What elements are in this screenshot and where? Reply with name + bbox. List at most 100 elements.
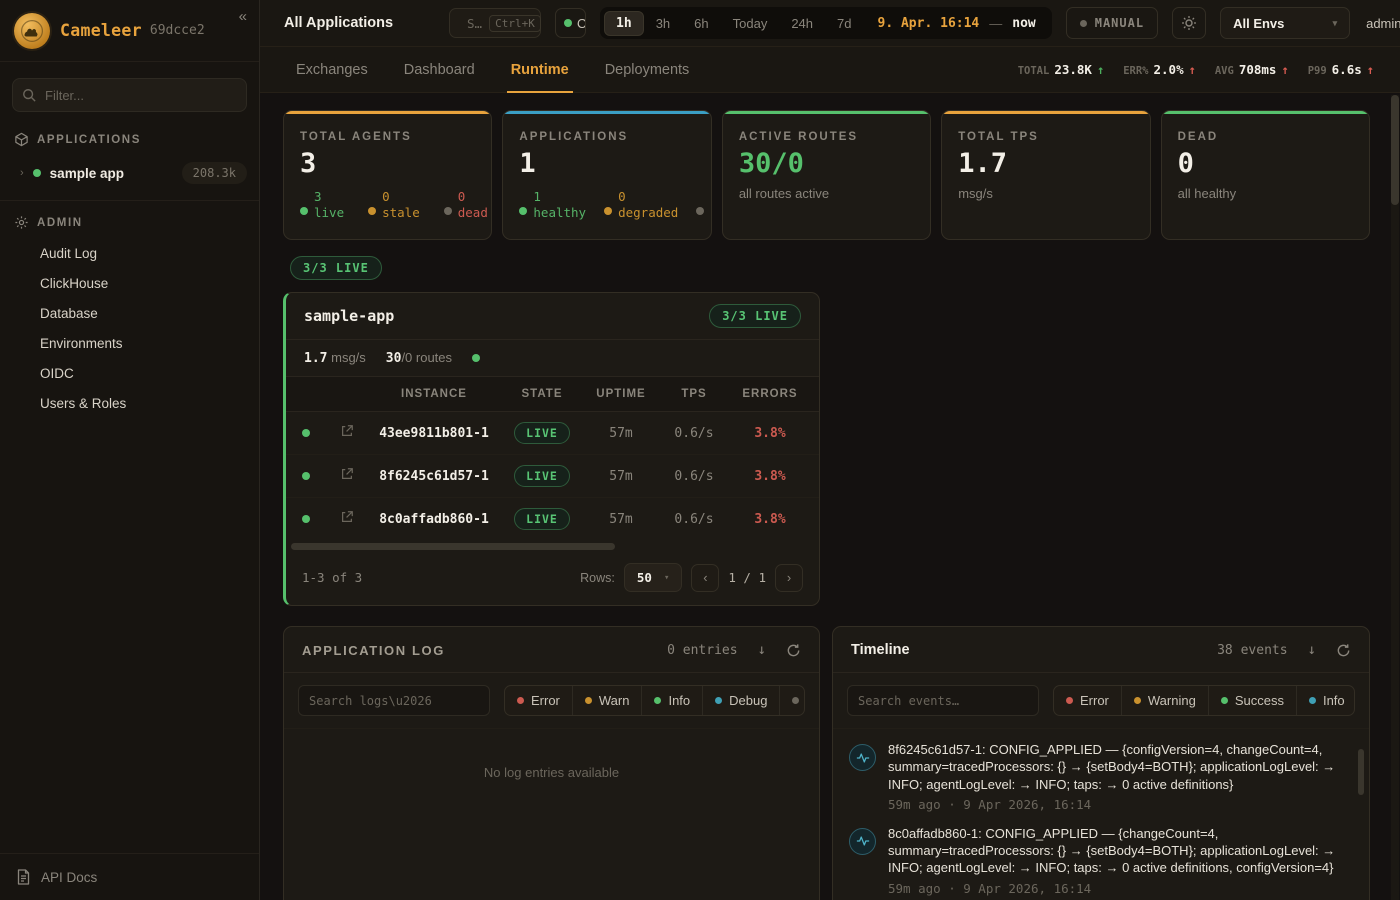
sidebar-item-environments[interactable]: Environments: [0, 328, 259, 358]
divider: [0, 200, 259, 201]
instance-row[interactable]: 43ee9811b801-1 LIVE 57m 0.6/s 3.8% 2: [286, 412, 819, 455]
cube-icon: [14, 132, 29, 147]
range-start-datetime[interactable]: 9. Apr. 16:14: [864, 16, 988, 31]
online-status-button[interactable]: O: [555, 8, 586, 38]
tab-deployments[interactable]: Deployments: [605, 47, 690, 93]
sidebar-item-sample-app[interactable]: › sample app 208.3k: [0, 155, 259, 191]
live-filter-badge[interactable]: 3/3 LIVE: [290, 256, 382, 280]
timeline-search-input[interactable]: [847, 685, 1039, 716]
prev-page-button[interactable]: ‹: [691, 564, 719, 592]
trend-up-icon: ↑: [1097, 63, 1104, 77]
refresh-icon[interactable]: [1336, 643, 1351, 658]
range-1h[interactable]: 1h: [604, 11, 644, 36]
refresh-icon[interactable]: [786, 643, 801, 658]
scroll-to-bottom-icon[interactable]: ↓: [1308, 642, 1316, 658]
filter-warn[interactable]: Warn: [572, 686, 642, 715]
runtime-content: TOTAL AGENTS 3 3live 0stale 0dead APPLIC…: [260, 93, 1400, 900]
timeline-event[interactable]: 8f6245c61d57-1: CONFIG_APPLIED — {config…: [849, 741, 1343, 812]
main-scrollbar[interactable]: [1391, 95, 1399, 900]
tab-dashboard[interactable]: Dashboard: [404, 47, 475, 93]
main-scrollbar-thumb[interactable]: [1391, 95, 1399, 205]
tab-runtime[interactable]: Runtime: [511, 47, 569, 93]
next-page-button[interactable]: ›: [775, 564, 803, 592]
instance-row[interactable]: 8c0affadb860-1 LIVE 57m 0.6/s 3.8% 5: [286, 498, 819, 540]
log-level-filters: Error Warn Info Debug Trace: [504, 685, 805, 716]
timeline-toolbar: Error Warning Success Info: [833, 673, 1369, 729]
timeline-scrollbar[interactable]: [1358, 749, 1364, 900]
table-pagination: 1-3 of 3 Rows: 50 ▾ ‹ 1 / 1 ›: [286, 553, 819, 605]
status-dot-live: [33, 169, 41, 177]
range-dash: —: [987, 16, 1004, 31]
timeline-panel-header: Timeline 38 events ↓: [833, 627, 1369, 673]
instance-table-header: INSTANCE STATE UPTIME TPS ERRORS H: [286, 377, 819, 412]
rows-per-page-select[interactable]: 50 ▾: [624, 563, 682, 592]
instance-status-dot: [302, 429, 310, 437]
application-log-panel: APPLICATION LOG 0 entries ↓ Error Warn I…: [283, 626, 820, 900]
filter-info[interactable]: Info: [1296, 686, 1355, 715]
filter-debug[interactable]: Debug: [702, 686, 779, 715]
sidebar-collapse-icon[interactable]: «: [239, 8, 247, 25]
instance-row[interactable]: 8f6245c61d57-1 LIVE 57m 0.6/s 3.8% 5: [286, 455, 819, 498]
chevron-right-icon[interactable]: ›: [20, 167, 24, 179]
error-dot: [1066, 697, 1073, 704]
horizontal-scrollbar[interactable]: [291, 543, 814, 551]
dead-dot: [444, 207, 452, 215]
range-end-now[interactable]: now: [1004, 16, 1047, 31]
manual-refresh-toggle[interactable]: MANUAL: [1066, 7, 1158, 39]
tab-exchanges[interactable]: Exchanges: [296, 47, 368, 93]
application-name[interactable]: sample-app: [304, 307, 394, 325]
trend-up-icon: ↑: [1281, 63, 1288, 77]
range-7d[interactable]: 7d: [825, 11, 863, 36]
range-today[interactable]: Today: [721, 11, 780, 36]
timeline-panel: Timeline 38 events ↓ Error Warning Succe…: [832, 626, 1370, 900]
timeline-event[interactable]: 8c0affadb860-1: CONFIG_APPLIED — {change…: [849, 825, 1343, 896]
sidebar-item-audit-log[interactable]: Audit Log: [0, 238, 259, 268]
environment-select[interactable]: All Envs ▾: [1220, 7, 1350, 39]
filter-warning[interactable]: Warning: [1121, 686, 1208, 715]
sidebar-filter-input[interactable]: [12, 78, 247, 112]
filter-success[interactable]: Success: [1208, 686, 1296, 715]
time-range-group: 1h 3h 6h Today 24h 7d 9. Apr. 16:14 — no…: [600, 7, 1052, 39]
applications-section-header: APPLICATIONS: [0, 122, 259, 155]
range-6h[interactable]: 6h: [682, 11, 720, 36]
state-badge: LIVE: [514, 422, 570, 444]
sidebar-item-database[interactable]: Database: [0, 298, 259, 328]
filter-error[interactable]: Error: [1054, 686, 1121, 715]
pagination-range: 1-3 of 3: [302, 570, 362, 585]
sidebar-item-clickhouse[interactable]: ClickHouse: [0, 268, 259, 298]
state-badge: LIVE: [514, 508, 570, 530]
range-24h[interactable]: 24h: [779, 11, 825, 36]
timeline-event-count: 38 events: [1217, 643, 1287, 658]
filter-trace[interactable]: Trace: [779, 686, 805, 715]
trend-up-icon: ↑: [1367, 63, 1374, 77]
theme-toggle-button[interactable]: [1172, 7, 1206, 39]
filter-info[interactable]: Info: [641, 686, 702, 715]
page-indicator: 1 / 1: [728, 570, 766, 585]
sidebar-item-oidc[interactable]: OIDC: [0, 358, 259, 388]
global-search-button[interactable]: S… Ctrl+K: [449, 8, 541, 38]
filter-error[interactable]: Error: [505, 686, 572, 715]
app-root: Cameleer 69dcce2 « APPLICATIONS › sample…: [0, 0, 1400, 900]
log-search-input[interactable]: [298, 685, 490, 716]
stale-dot: [368, 207, 376, 215]
external-link-icon[interactable]: [340, 510, 354, 524]
external-link-icon[interactable]: [340, 467, 354, 481]
external-link-icon[interactable]: [340, 424, 354, 438]
metric-err-pct: ERR% 2.0% ↑: [1123, 62, 1196, 77]
sidebar-item-api-docs[interactable]: API Docs: [0, 853, 259, 900]
scroll-to-bottom-icon[interactable]: ↓: [758, 642, 766, 658]
sun-icon: [1181, 15, 1197, 31]
timeline-scrollbar-thumb[interactable]: [1358, 749, 1364, 795]
debug-dot: [715, 697, 722, 704]
horizontal-scrollbar-thumb[interactable]: [291, 543, 615, 550]
timeline-event-list: 8f6245c61d57-1: CONFIG_APPLIED — {config…: [833, 729, 1369, 900]
error-dot: [517, 697, 524, 704]
sidebar-item-users-roles[interactable]: Users & Roles: [0, 388, 259, 418]
rows-per-page-label: Rows:: [580, 571, 615, 585]
warn-dot: [585, 697, 592, 704]
trace-dot: [792, 697, 799, 704]
online-status-dot: [564, 19, 572, 27]
username-label: admin: [1366, 16, 1400, 31]
degraded-dot: [604, 207, 612, 215]
range-3h[interactable]: 3h: [644, 11, 682, 36]
